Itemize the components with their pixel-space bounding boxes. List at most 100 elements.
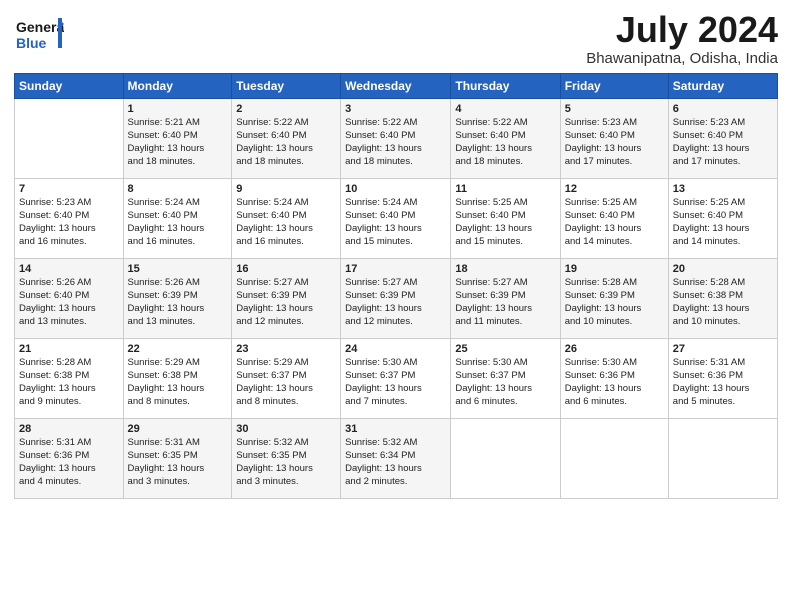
cell-line-3: and 3 minutes. — [236, 476, 336, 489]
cell-line-0: Sunrise: 5:25 AM — [455, 197, 555, 210]
cell-2-4: 18Sunrise: 5:27 AMSunset: 6:39 PMDayligh… — [451, 258, 560, 338]
cell-line-0: Sunrise: 5:24 AM — [345, 197, 446, 210]
cell-line-3: and 13 minutes. — [128, 316, 228, 329]
cell-line-1: Sunset: 6:38 PM — [673, 290, 773, 303]
cell-line-2: Daylight: 13 hours — [673, 143, 773, 156]
cell-line-0: Sunrise: 5:31 AM — [673, 357, 773, 370]
cell-line-3: and 8 minutes. — [236, 396, 336, 409]
cell-line-3: and 18 minutes. — [455, 156, 555, 169]
svg-text:General: General — [16, 19, 64, 35]
header-friday: Friday — [560, 73, 668, 98]
cell-line-1: Sunset: 6:36 PM — [19, 450, 119, 463]
cell-line-3: and 12 minutes. — [345, 316, 446, 329]
day-number: 6 — [673, 102, 773, 117]
cell-line-3: and 15 minutes. — [345, 236, 446, 249]
cell-line-0: Sunrise: 5:32 AM — [236, 437, 336, 450]
cell-line-0: Sunrise: 5:27 AM — [345, 277, 446, 290]
day-number: 26 — [565, 342, 664, 357]
day-number: 10 — [345, 182, 446, 197]
cell-line-0: Sunrise: 5:22 AM — [236, 117, 336, 130]
cell-line-1: Sunset: 6:36 PM — [565, 370, 664, 383]
week-row-1: 1Sunrise: 5:21 AMSunset: 6:40 PMDaylight… — [15, 98, 778, 178]
day-number: 14 — [19, 262, 119, 277]
page-container: General Blue July 2024 Bhawanipatna, Odi… — [0, 0, 792, 509]
cell-line-0: Sunrise: 5:28 AM — [565, 277, 664, 290]
day-number: 7 — [19, 182, 119, 197]
cell-2-1: 15Sunrise: 5:26 AMSunset: 6:39 PMDayligh… — [123, 258, 232, 338]
cell-line-1: Sunset: 6:34 PM — [345, 450, 446, 463]
cell-line-1: Sunset: 6:40 PM — [673, 210, 773, 223]
cell-line-0: Sunrise: 5:25 AM — [565, 197, 664, 210]
cell-line-3: and 10 minutes. — [565, 316, 664, 329]
cell-line-3: and 6 minutes. — [565, 396, 664, 409]
cell-line-1: Sunset: 6:37 PM — [455, 370, 555, 383]
cell-line-2: Daylight: 13 hours — [345, 143, 446, 156]
cell-line-2: Daylight: 13 hours — [19, 383, 119, 396]
cell-line-3: and 18 minutes. — [236, 156, 336, 169]
cell-line-2: Daylight: 13 hours — [345, 463, 446, 476]
cell-1-4: 11Sunrise: 5:25 AMSunset: 6:40 PMDayligh… — [451, 178, 560, 258]
header-saturday: Saturday — [668, 73, 777, 98]
cell-line-3: and 11 minutes. — [455, 316, 555, 329]
day-number: 31 — [345, 422, 446, 437]
cell-line-1: Sunset: 6:40 PM — [455, 130, 555, 143]
cell-line-1: Sunset: 6:40 PM — [236, 210, 336, 223]
day-number: 12 — [565, 182, 664, 197]
cell-line-0: Sunrise: 5:21 AM — [128, 117, 228, 130]
day-number: 15 — [128, 262, 228, 277]
day-number: 29 — [128, 422, 228, 437]
cell-3-1: 22Sunrise: 5:29 AMSunset: 6:38 PMDayligh… — [123, 338, 232, 418]
cell-line-3: and 4 minutes. — [19, 476, 119, 489]
cell-line-2: Daylight: 13 hours — [236, 143, 336, 156]
day-number: 17 — [345, 262, 446, 277]
cell-2-6: 20Sunrise: 5:28 AMSunset: 6:38 PMDayligh… — [668, 258, 777, 338]
cell-3-3: 24Sunrise: 5:30 AMSunset: 6:37 PMDayligh… — [341, 338, 451, 418]
cell-line-2: Daylight: 13 hours — [673, 383, 773, 396]
cell-line-3: and 6 minutes. — [455, 396, 555, 409]
cell-line-1: Sunset: 6:40 PM — [565, 130, 664, 143]
cell-line-3: and 3 minutes. — [128, 476, 228, 489]
cell-line-2: Daylight: 13 hours — [455, 383, 555, 396]
day-number: 4 — [455, 102, 555, 117]
cell-line-3: and 15 minutes. — [455, 236, 555, 249]
cell-line-2: Daylight: 13 hours — [455, 303, 555, 316]
week-row-4: 21Sunrise: 5:28 AMSunset: 6:38 PMDayligh… — [15, 338, 778, 418]
cell-line-2: Daylight: 13 hours — [455, 143, 555, 156]
calendar-body: 1Sunrise: 5:21 AMSunset: 6:40 PMDaylight… — [15, 98, 778, 498]
cell-line-1: Sunset: 6:40 PM — [19, 210, 119, 223]
cell-4-3: 31Sunrise: 5:32 AMSunset: 6:34 PMDayligh… — [341, 418, 451, 498]
cell-line-2: Daylight: 13 hours — [565, 383, 664, 396]
cell-line-2: Daylight: 13 hours — [565, 303, 664, 316]
cell-2-0: 14Sunrise: 5:26 AMSunset: 6:40 PMDayligh… — [15, 258, 124, 338]
cell-line-3: and 14 minutes. — [565, 236, 664, 249]
cell-2-3: 17Sunrise: 5:27 AMSunset: 6:39 PMDayligh… — [341, 258, 451, 338]
cell-3-2: 23Sunrise: 5:29 AMSunset: 6:37 PMDayligh… — [232, 338, 341, 418]
day-number: 27 — [673, 342, 773, 357]
cell-line-3: and 9 minutes. — [19, 396, 119, 409]
cell-line-2: Daylight: 13 hours — [673, 303, 773, 316]
cell-line-2: Daylight: 13 hours — [128, 303, 228, 316]
cell-line-0: Sunrise: 5:24 AM — [128, 197, 228, 210]
day-number: 19 — [565, 262, 664, 277]
cell-line-2: Daylight: 13 hours — [565, 223, 664, 236]
cell-line-2: Daylight: 13 hours — [19, 463, 119, 476]
cell-line-3: and 17 minutes. — [673, 156, 773, 169]
cell-line-0: Sunrise: 5:27 AM — [236, 277, 336, 290]
day-number: 20 — [673, 262, 773, 277]
cell-line-0: Sunrise: 5:30 AM — [345, 357, 446, 370]
day-number: 5 — [565, 102, 664, 117]
header-monday: Monday — [123, 73, 232, 98]
calendar-header-row: SundayMondayTuesdayWednesdayThursdayFrid… — [15, 73, 778, 98]
cell-1-3: 10Sunrise: 5:24 AMSunset: 6:40 PMDayligh… — [341, 178, 451, 258]
cell-0-3: 3Sunrise: 5:22 AMSunset: 6:40 PMDaylight… — [341, 98, 451, 178]
cell-1-5: 12Sunrise: 5:25 AMSunset: 6:40 PMDayligh… — [560, 178, 668, 258]
cell-line-3: and 8 minutes. — [128, 396, 228, 409]
logo-icon: General Blue — [14, 10, 64, 58]
day-number: 3 — [345, 102, 446, 117]
cell-line-1: Sunset: 6:40 PM — [673, 130, 773, 143]
cell-line-2: Daylight: 13 hours — [455, 223, 555, 236]
cell-line-3: and 18 minutes. — [128, 156, 228, 169]
cell-line-1: Sunset: 6:35 PM — [128, 450, 228, 463]
header-tuesday: Tuesday — [232, 73, 341, 98]
month-title: July 2024 — [586, 10, 778, 50]
